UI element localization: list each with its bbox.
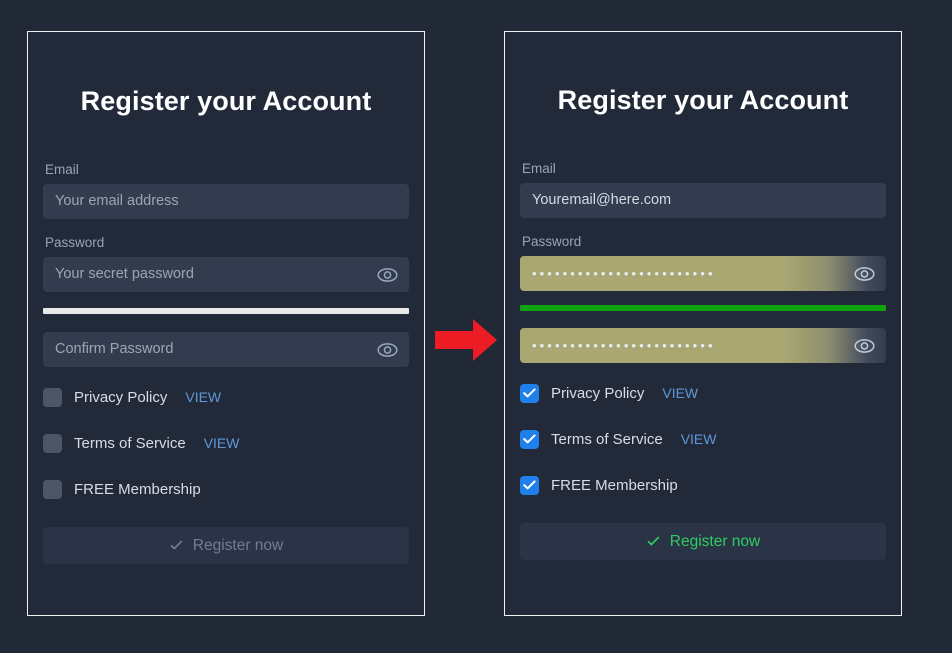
password-strength-meter [43,308,409,314]
view-link-privacy-policy[interactable]: VIEW [662,385,698,401]
password-label: Password [45,235,105,250]
checkbox-row-terms-of-service[interactable]: Terms of Service VIEW [520,428,886,450]
eye-icon [853,266,875,281]
confirm-password-field-group: •••••••••••••••••••••••• [520,328,886,363]
password-strength-meter [520,305,886,311]
eye-icon [853,338,875,353]
confirm-password-input-value: Confirm Password [55,341,174,357]
checkbox-privacy-policy[interactable] [43,387,62,407]
eye-icon [376,267,398,282]
register-button[interactable]: Register now [43,527,409,564]
checkbox-privacy-policy[interactable] [520,383,539,403]
register-button-label: Register now [669,532,761,550]
password-field-group: Password Your secret password [43,235,409,292]
confirm-password-reveal-toggle[interactable] [365,332,409,367]
password-input-value: •••••••••••••••••••••••• [532,266,716,281]
checkbox-free-membership[interactable] [520,475,539,495]
arrow-right-icon [433,316,499,364]
checkbox-terms-of-service[interactable] [43,433,62,453]
confirm-password-input[interactable]: •••••••••••••••••••••••• [520,328,886,363]
password-input-value: Your secret password [55,266,194,282]
view-link-terms-of-service[interactable]: VIEW [681,431,717,447]
confirm-password-reveal-toggle[interactable] [842,328,886,363]
email-input[interactable]: Youremail@here.com [520,183,886,218]
checkbox-label-terms-of-service: Terms of Service [74,434,186,452]
check-icon [523,434,536,444]
view-link-privacy-policy[interactable]: VIEW [185,389,221,405]
password-field-group: Password •••••••••••••••••••••••• [520,234,886,291]
password-reveal-toggle[interactable] [842,256,886,291]
email-label: Email [522,161,556,176]
consent-checkbox-list: Privacy Policy VIEW Terms of Service VIE… [520,382,886,496]
register-form-filled: Register your Account Email Youremail@he… [504,31,902,616]
check-icon [646,536,661,548]
check-icon [169,540,184,552]
check-icon [523,480,536,490]
email-field-group: Email Your email address [43,162,409,219]
register-button-label: Register now [192,536,284,554]
register-button[interactable]: Register now [520,523,886,560]
email-label: Email [45,162,79,177]
email-input-value: Youremail@here.com [532,192,672,208]
checkbox-row-privacy-policy[interactable]: Privacy Policy VIEW [520,382,886,404]
password-label: Password [522,234,582,249]
email-field-group: Email Youremail@here.com [520,161,886,218]
checkbox-label-privacy-policy: Privacy Policy [551,384,645,402]
checkbox-label-privacy-policy: Privacy Policy [74,388,168,406]
confirm-password-input-value: •••••••••••••••••••••••• [532,338,716,353]
page-title: Register your Account [557,85,849,115]
confirm-password-field-group: Confirm Password [43,332,409,367]
password-input[interactable]: Your secret password [43,257,409,292]
checkbox-label-free-membership: FREE Membership [74,480,201,498]
consent-checkbox-list: Privacy Policy VIEW Terms of Service VIE… [43,386,409,500]
email-input[interactable]: Your email address [43,184,409,219]
comparison-stage: Register your Account Email Your email a… [0,0,952,653]
password-input[interactable]: •••••••••••••••••••••••• [520,256,886,291]
register-form-empty: Register your Account Email Your email a… [27,31,425,616]
checkbox-terms-of-service[interactable] [520,429,539,449]
checkbox-label-terms-of-service: Terms of Service [551,430,663,448]
email-input-value: Your email address [55,193,179,209]
checkbox-row-free-membership[interactable]: FREE Membership [520,474,886,496]
password-reveal-toggle[interactable] [365,257,409,292]
checkbox-label-free-membership: FREE Membership [551,476,678,494]
view-link-terms-of-service[interactable]: VIEW [204,435,240,451]
confirm-password-input[interactable]: Confirm Password [43,332,409,367]
checkbox-row-terms-of-service[interactable]: Terms of Service VIEW [43,432,409,454]
checkbox-row-free-membership[interactable]: FREE Membership [43,478,409,500]
check-icon [523,388,536,398]
eye-icon [376,342,398,357]
page-title: Register your Account [80,86,372,116]
checkbox-row-privacy-policy[interactable]: Privacy Policy VIEW [43,386,409,408]
checkbox-free-membership[interactable] [43,479,62,499]
